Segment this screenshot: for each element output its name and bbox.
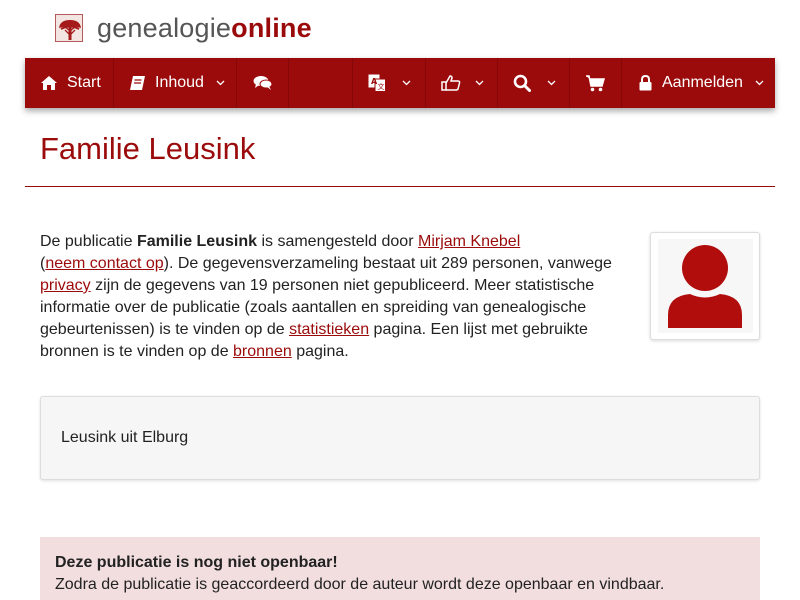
alert-text: Zodra de publicatie is geaccordeerd door… [55,576,665,593]
home-icon [40,75,58,91]
nav-like-dropdown[interactable] [426,58,498,108]
chevron-down-icon [755,80,764,86]
book-icon [129,75,146,91]
nav-login-label: Aanmelden [662,74,743,91]
sources-link[interactable]: bronnen [233,343,292,360]
chevron-down-icon [547,80,556,86]
nav-start[interactable]: Start [25,58,114,108]
translate-icon: A文 [368,74,386,92]
tree-logo-icon [55,14,83,42]
nav-login-dropdown[interactable]: Aanmelden [622,58,775,108]
intro-text: ). De gegevensverzameling bestaat uit 28… [163,255,612,272]
statistics-link[interactable]: statistieken [289,321,369,338]
contact-link[interactable]: neem contact op [45,255,163,272]
author-avatar[interactable] [650,232,760,340]
page-title: Familie Leusink [40,131,256,166]
publication-name: Familie Leusink [136,233,257,250]
chevron-down-icon [475,80,484,86]
nav-content-label: Inhoud [155,74,204,91]
intro-text: De publicatie [40,233,137,250]
privacy-link[interactable]: privacy [40,277,91,294]
intro-text: is samengesteld door [257,233,418,250]
main-navbar: Start Inhoud A文 Aanmelden [25,58,775,108]
title-divider [25,186,775,187]
publication-description-box: Leusink uit Elburg [40,396,760,480]
site-name: genealogieonline [97,14,312,42]
nav-spacer [289,58,353,108]
comments-icon [253,75,273,91]
alert-title: Deze publicatie is nog niet openbaar! [55,554,338,571]
search-icon [513,74,531,92]
svg-text:文: 文 [378,82,385,91]
publication-description: Leusink uit Elburg [61,429,189,446]
site-logo-link[interactable]: genealogieonline [55,14,312,42]
intro-text: pagina. [291,343,349,360]
lock-icon [639,75,652,91]
user-icon [658,239,753,333]
not-public-alert: Deze publicatie is nog niet openbaar! Zo… [40,537,760,600]
site-name-part2: online [231,13,312,43]
author-link[interactable]: Mirjam Knebel [418,233,520,250]
nav-content-dropdown[interactable]: Inhoud [114,58,237,108]
nav-start-label: Start [67,74,101,91]
chevron-down-icon [402,80,411,86]
nav-cart[interactable] [570,58,622,108]
nav-search-dropdown[interactable] [498,58,570,108]
chevron-down-icon [216,80,225,86]
thumbs-up-icon [441,75,461,91]
nav-language-dropdown[interactable]: A文 [353,58,426,108]
cart-icon [586,74,605,92]
publication-intro: De publicatie Familie Leusink is samenge… [40,231,630,363]
site-name-part1: genealogie [97,13,232,43]
nav-forum[interactable] [237,58,289,108]
